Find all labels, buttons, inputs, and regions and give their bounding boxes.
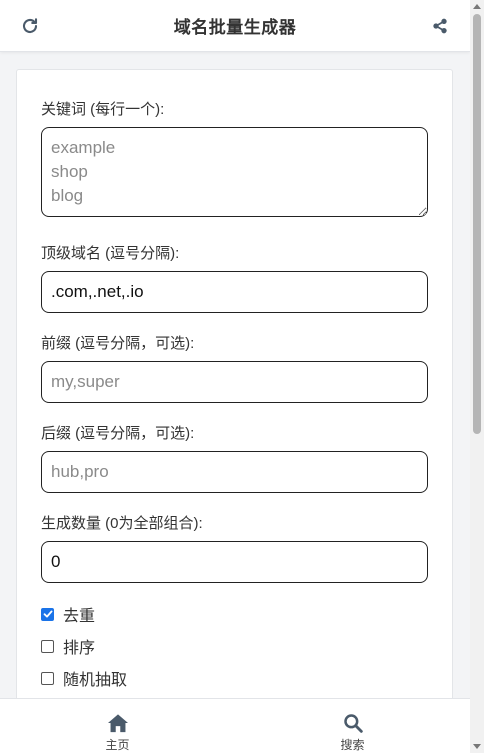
count-input[interactable]: [41, 541, 428, 583]
dedupe-checkbox[interactable]: 去重: [41, 602, 95, 626]
keywords-label: 关键词 (每行一个):: [41, 101, 165, 118]
tab-search-label: 搜索: [340, 738, 365, 752]
checkbox-unchecked[interactable]: [41, 671, 54, 685]
sort-checkbox[interactable]: 排序: [41, 634, 95, 658]
random-pick-checkbox[interactable]: 随机抽取: [41, 666, 127, 690]
tlds-label: 顶级域名 (逗号分隔):: [41, 245, 180, 262]
refresh-icon: [22, 18, 38, 34]
generator-form-card: 关键词 (每行一个): 顶级域名 (逗号分隔): 前缀 (逗号分隔，可选): 后…: [16, 69, 453, 709]
tlds-input[interactable]: [41, 271, 428, 313]
share-icon: [433, 18, 447, 34]
count-label: 生成数量 (0为全部组合):: [41, 515, 203, 532]
tab-search[interactable]: 搜索: [235, 699, 470, 753]
prefix-input[interactable]: [41, 361, 428, 403]
checkbox-checked[interactable]: [41, 607, 54, 621]
suffix-label: 后缀 (逗号分隔，可选):: [41, 425, 195, 442]
refresh-button[interactable]: [18, 14, 42, 38]
scroll-down-arrow[interactable]: [473, 744, 481, 749]
prefix-label: 前缀 (逗号分隔，可选):: [41, 335, 195, 352]
random-pick-label: 随机抽取: [63, 672, 128, 689]
bottom-tab-bar: 主页 搜索: [0, 698, 470, 753]
home-icon: [107, 714, 128, 733]
tab-home[interactable]: 主页: [0, 699, 235, 753]
page-title: 域名批量生成器: [173, 18, 297, 37]
tab-home-label: 主页: [105, 738, 130, 752]
app-root: 域名批量生成器 关键词 (每行一个): 顶级域名 (逗号分隔): 前缀 (逗号分…: [0, 0, 470, 753]
checkbox-unchecked[interactable]: [41, 639, 54, 653]
search-icon: [343, 714, 363, 733]
top-bar: 域名批量生成器: [0, 0, 470, 52]
dedupe-label: 去重: [63, 608, 96, 625]
share-button[interactable]: [428, 14, 452, 38]
keywords-textarea[interactable]: [41, 127, 428, 217]
scrollbar-thumb[interactable]: [473, 14, 481, 434]
suffix-input[interactable]: [41, 451, 428, 493]
checkmark-icon: [43, 610, 52, 618]
scroll-up-arrow[interactable]: [473, 4, 481, 9]
page-scrollbar[interactable]: [470, 0, 484, 753]
sort-label: 排序: [63, 640, 96, 657]
